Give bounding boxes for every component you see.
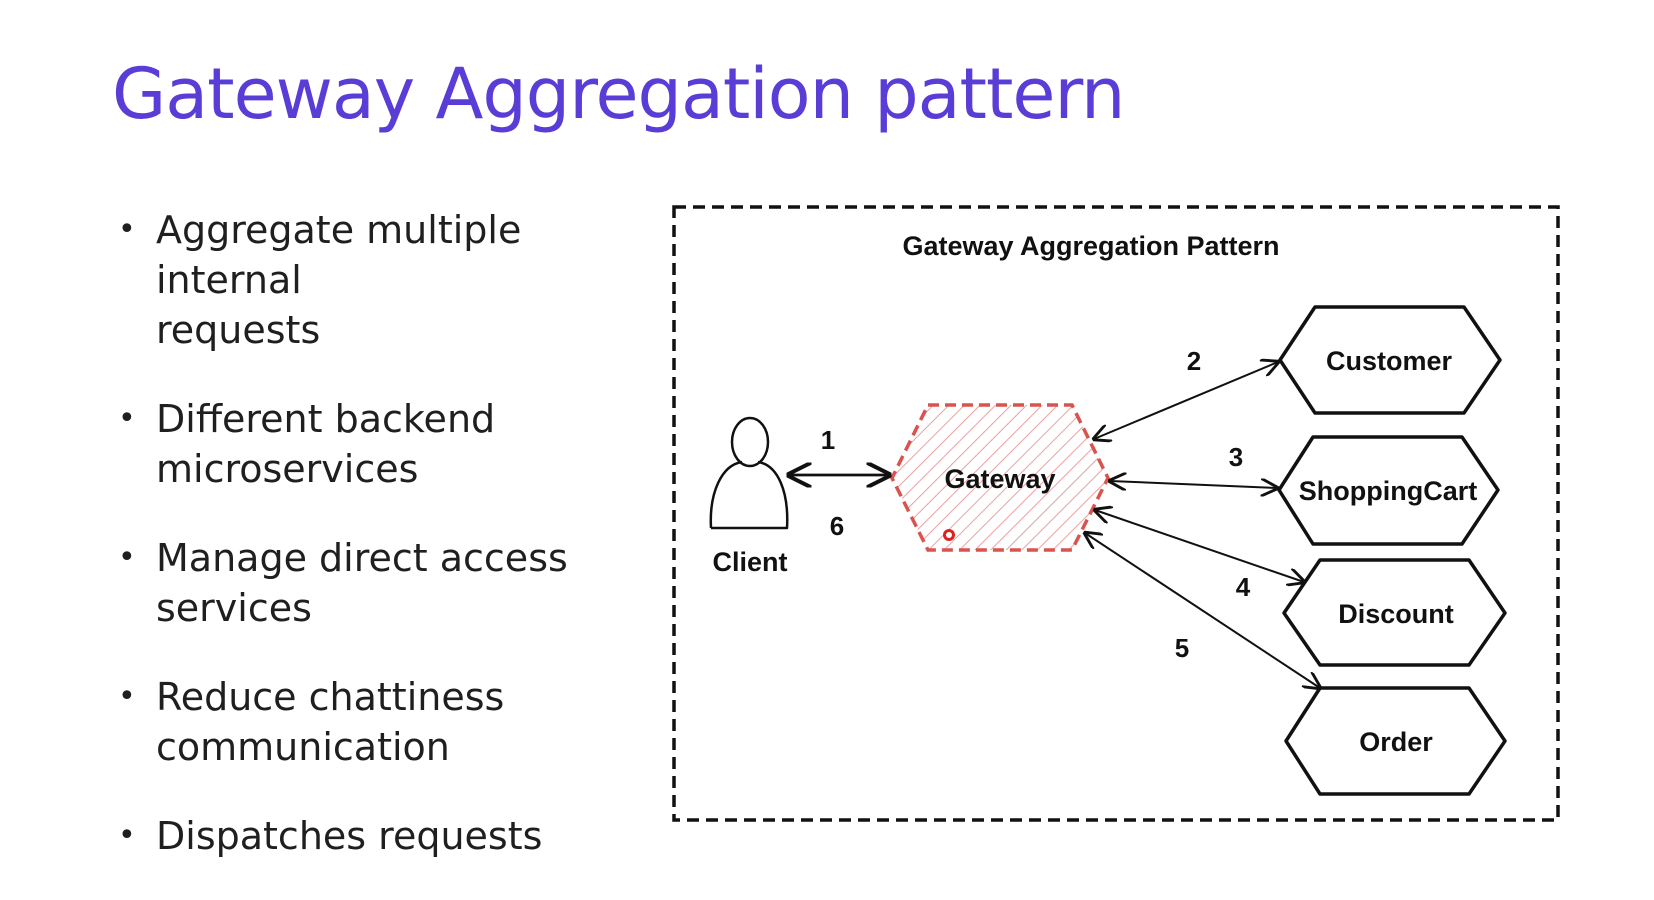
step-label: 4 — [1236, 572, 1251, 602]
step-label: 6 — [830, 511, 844, 541]
service-node-order: Order — [1284, 686, 1507, 796]
client-person-icon — [709, 416, 789, 530]
service-node-discount: Discount — [1282, 558, 1507, 667]
service-label: Customer — [1326, 346, 1453, 376]
step-label: 3 — [1229, 442, 1243, 472]
service-node-customer: Customer — [1278, 305, 1502, 415]
gateway-diagram: Gateway Aggregation Pattern Client Gatew… — [672, 205, 1560, 822]
arrow-gateway-discount — [1095, 510, 1304, 582]
step-label: 2 — [1187, 346, 1201, 376]
client-label: Client — [712, 547, 787, 577]
diagram-title: Gateway Aggregation Pattern — [902, 231, 1279, 261]
step-label: 5 — [1175, 633, 1189, 663]
service-label: Order — [1359, 727, 1433, 757]
service-node-shoppingcart: ShoppingCart — [1277, 435, 1500, 546]
step-label: 1 — [821, 425, 835, 455]
service-label: Discount — [1338, 599, 1454, 629]
arrow-gateway-shoppingcart — [1110, 481, 1277, 488]
service-label: ShoppingCart — [1299, 476, 1477, 506]
gateway-label: Gateway — [944, 464, 1055, 494]
